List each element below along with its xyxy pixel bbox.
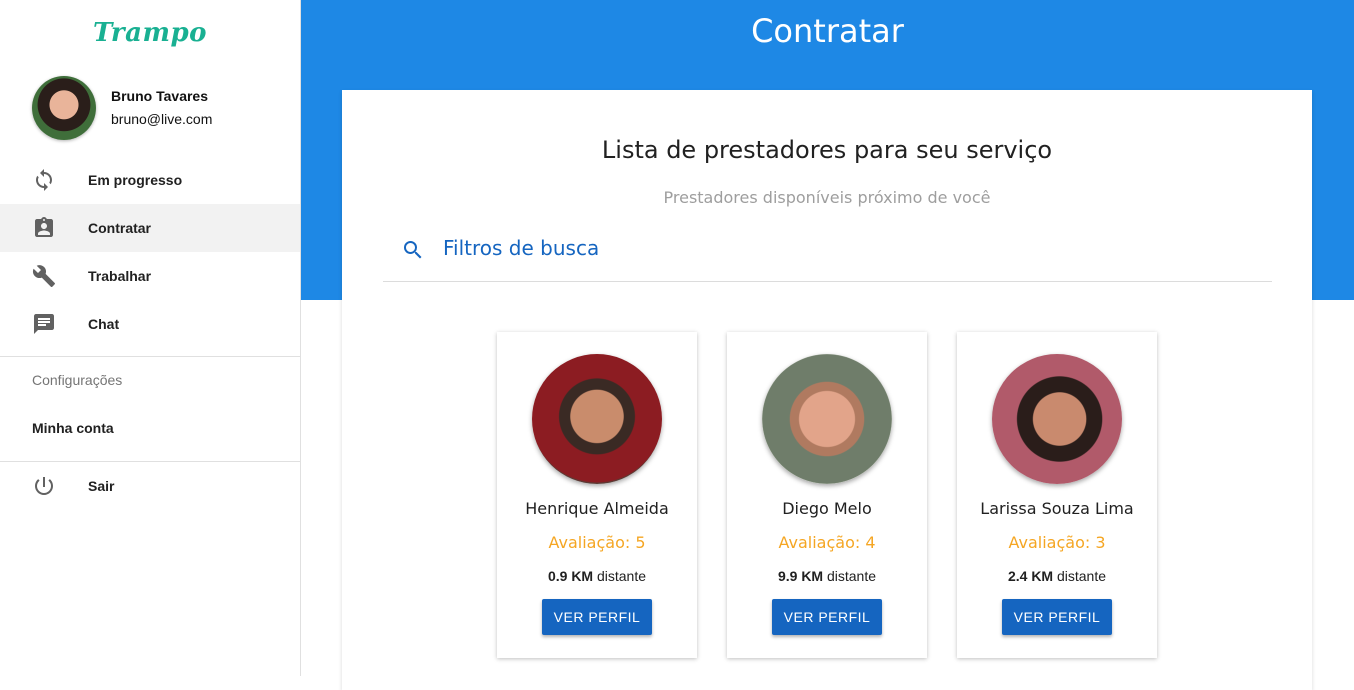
distance-value: 2.4 KM [1007,568,1054,584]
sidebar-item-chat[interactable]: Chat [0,300,300,348]
power-icon [32,474,56,498]
search-filters[interactable]: Filtros de busca [383,230,1272,282]
settings-header: Configurações [32,372,123,388]
user-profile: Bruno Tavares bruno@live.com [32,76,212,140]
provider-card: Diego Melo Avaliação: 4 9.9 KM distante … [727,332,927,658]
provider-photo [532,354,662,484]
divider [0,356,300,357]
providers-card: Lista de prestadores para seu serviço Pr… [342,90,1312,690]
search-filters-label: Filtros de busca [443,236,600,260]
page-title: Contratar [751,12,904,50]
assignment-ind-icon [32,216,56,240]
search-icon [401,238,425,262]
view-profile-button[interactable]: VER PERFIL [1002,599,1112,635]
view-profile-button[interactable]: VER PERFIL [772,599,882,635]
sidebar-item-label: Em progresso [88,172,183,188]
list-title: Lista de prestadores para seu serviço [601,136,1053,164]
provider-name: Henrique Almeida [525,499,669,518]
distance-suffix: distante [596,568,647,584]
sidebar-item-contratar[interactable]: Contratar [0,204,300,252]
distance-value: 0.9 KM [547,568,594,584]
distance-value: 9.9 KM [777,568,824,584]
user-name: Bruno Tavares [111,88,208,104]
distance-suffix: distante [1056,568,1107,584]
view-profile-button[interactable]: VER PERFIL [542,599,652,635]
app-logo[interactable]: Trampo [0,18,300,48]
sync-icon [32,168,56,192]
provider-photo [762,354,892,484]
user-email: bruno@live.com [111,111,213,127]
provider-card: Henrique Almeida Avaliação: 5 0.9 KM dis… [497,332,697,658]
provider-name: Diego Melo [782,499,872,518]
chat-icon [32,312,56,336]
provider-photo [992,354,1122,484]
provider-rating: Avaliação: 5 [548,533,646,552]
sidebar-item-label: Chat [88,316,120,332]
provider-distance: 9.9 KM distante [727,568,927,584]
provider-rating: Avaliação: 3 [1008,533,1106,552]
provider-name: Larissa Souza Lima [980,499,1134,518]
provider-distance: 0.9 KM distante [497,568,697,584]
provider-rating: Avaliação: 4 [778,533,876,552]
sidebar-item-label: Contratar [88,220,152,236]
provider-distance: 2.4 KM distante [957,568,1157,584]
avatar[interactable] [32,76,96,140]
provider-card: Larissa Souza Lima Avaliação: 3 2.4 KM d… [957,332,1157,658]
list-subtitle: Prestadores disponíveis próximo de você [663,188,991,207]
sidebar-item-label: Trabalhar [88,268,152,284]
sidebar: Trampo Bruno Tavares bruno@live.com Em p… [0,0,301,676]
sidebar-item-label: Sair [88,478,115,494]
sidebar-item-trabalhar[interactable]: Trabalhar [0,252,300,300]
wrench-icon [32,264,56,288]
sidebar-item-sair[interactable]: Sair [0,462,300,510]
my-account-link[interactable]: Minha conta [32,420,114,436]
distance-suffix: distante [826,568,877,584]
sidebar-item-em-progresso[interactable]: Em progresso [0,156,300,204]
